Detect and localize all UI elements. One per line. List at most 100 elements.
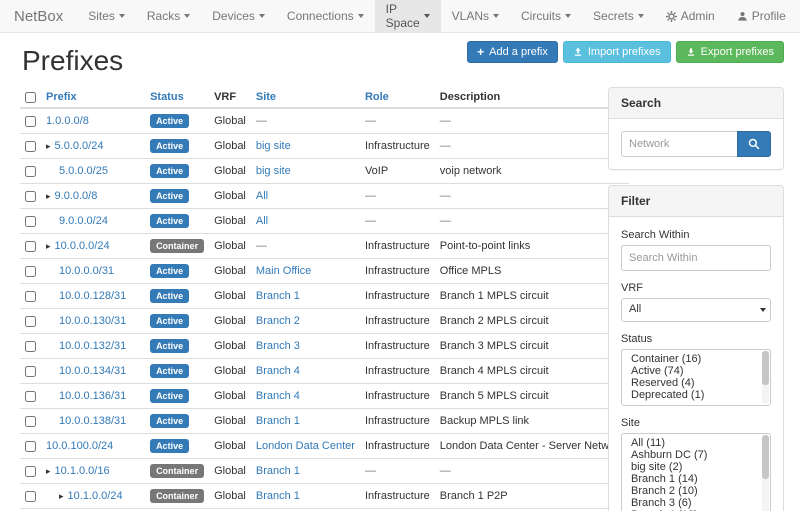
vrf-cell: Global [209,384,251,409]
export-prefixes-button[interactable]: Export prefixes [676,41,784,63]
filter-option[interactable]: All (11) [622,437,770,449]
row-checkbox[interactable] [25,391,36,402]
prefix-link[interactable]: 10.0.0.138/31 [59,415,126,427]
site-link[interactable]: Branch 1 [256,290,300,302]
expand-icon[interactable]: ▸ [46,241,51,251]
nav-item-devices[interactable]: Devices [201,0,276,32]
nav-item-ip-space[interactable]: IP Space [375,0,441,32]
nav-item-secrets[interactable]: Secrets [582,0,655,32]
row-checkbox[interactable] [25,341,36,352]
expand-icon[interactable]: ▸ [46,141,51,151]
row-checkbox[interactable] [25,416,36,427]
expand-icon[interactable]: ▸ [59,491,64,501]
row-checkbox[interactable] [25,116,36,127]
prefix-link[interactable]: 1.0.0.0/8 [46,115,89,127]
row-checkbox[interactable] [25,241,36,252]
scrollbar[interactable] [762,435,769,511]
add-prefix-button[interactable]: + Add a prefix [467,41,558,63]
filter-option[interactable]: Container (16) [622,353,770,365]
filter-option[interactable]: Reserved (4) [622,377,770,389]
nav-item-admin[interactable]: Admin [655,0,726,32]
site-link[interactable]: Branch 3 [256,340,300,352]
site-listbox[interactable]: All (11)Ashburn DC (7)big site (2)Branch… [621,433,771,511]
row-checkbox[interactable] [25,466,36,477]
nav-item-profile[interactable]: Profile [726,0,797,32]
expand-icon[interactable]: ▸ [46,466,51,476]
prefix-link[interactable]: 10.0.0.0/31 [59,265,114,277]
app-brand[interactable]: NetBox [14,0,77,32]
prefix-link[interactable]: 9.0.0.0/24 [59,215,108,227]
site-link[interactable]: Branch 1 [256,465,300,477]
prefix-link[interactable]: 10.0.100.0/24 [46,440,113,452]
row-checkbox[interactable] [25,141,36,152]
search-within-input[interactable] [621,245,771,271]
vrf-select[interactable]: All [621,298,771,322]
row-checkbox[interactable] [25,366,36,377]
row-checkbox[interactable] [25,291,36,302]
prefix-link[interactable]: 5.0.0.0/25 [59,165,108,177]
filter-option[interactable]: Branch 1 (14) [622,473,770,485]
column-header-site[interactable]: Site [256,91,276,103]
expand-icon[interactable]: ▸ [46,191,51,201]
prefix-link[interactable]: 5.0.0.0/24 [55,140,104,152]
nav-item-circuits[interactable]: Circuits [510,0,582,32]
empty-value: — [256,240,267,252]
site-link[interactable]: All [256,190,268,202]
table-row: 10.0.100.0/24ActiveGlobalLondon Data Cen… [20,434,629,459]
table-row: 10.0.0.138/31ActiveGlobalBranch 1Infrast… [20,409,629,434]
filter-option[interactable]: Branch 3 (6) [622,497,770,509]
import-prefixes-button[interactable]: Import prefixes [563,41,671,63]
prefix-link[interactable]: 10.0.0.132/31 [59,340,126,352]
prefix-link[interactable]: 10.1.0.0/16 [55,465,110,477]
site-link[interactable]: Branch 4 [256,390,300,402]
row-checkbox[interactable] [25,491,36,502]
row-checkbox[interactable] [25,441,36,452]
site-link[interactable]: Branch 1 [256,415,300,427]
search-button[interactable] [737,131,771,157]
row-checkbox[interactable] [25,216,36,227]
chevron-down-icon [493,14,499,18]
column-header-prefix[interactable]: Prefix [46,91,77,103]
site-link[interactable]: big site [256,140,291,152]
filter-panel-title: Filter [609,186,783,217]
row-checkbox[interactable] [25,266,36,277]
column-header-status[interactable]: Status [150,91,184,103]
nav-item-sites[interactable]: Sites [77,0,136,32]
site-link[interactable]: All [256,215,268,227]
prefix-link[interactable]: 10.0.0.130/31 [59,315,126,327]
filter-option[interactable]: Branch 2 (10) [622,485,770,497]
site-link[interactable]: London Data Center [256,440,355,452]
site-link[interactable]: Branch 4 [256,365,300,377]
prefix-link[interactable]: 10.1.0.0/24 [68,490,123,502]
filter-option[interactable]: Active (74) [622,365,770,377]
scrollbar[interactable] [762,351,769,404]
filter-option[interactable]: Deprecated (1) [622,389,770,401]
filter-option[interactable]: Ashburn DC (7) [622,449,770,461]
nav-item-vlans[interactable]: VLANs [441,0,510,32]
nav-item-connections[interactable]: Connections [276,0,375,32]
prefix-link[interactable]: 10.0.0.128/31 [59,290,126,302]
prefix-link[interactable]: 10.0.0.136/31 [59,390,126,402]
role-cell: Infrastructure [365,265,430,277]
status-badge: Active [150,364,189,378]
select-all-checkbox[interactable] [25,92,36,103]
vrf-cell: Global [209,209,251,234]
prefix-link[interactable]: 10.0.0.0/24 [55,240,110,252]
table-row: 1.0.0.0/8ActiveGlobal——— [20,108,629,134]
site-link[interactable]: big site [256,165,291,177]
search-input[interactable] [621,131,737,157]
filter-option[interactable]: big site (2) [622,461,770,473]
prefix-link[interactable]: 9.0.0.0/8 [55,190,98,202]
chevron-down-icon [259,14,265,18]
site-link[interactable]: Branch 2 [256,315,300,327]
status-listbox[interactable]: Container (16)Active (74)Reserved (4)Dep… [621,349,771,406]
nav-item-racks[interactable]: Racks [136,0,201,32]
site-link[interactable]: Main Office [256,265,311,277]
row-checkbox[interactable] [25,191,36,202]
row-checkbox[interactable] [25,316,36,327]
user-icon [737,11,748,22]
column-header-role[interactable]: Role [365,91,389,103]
row-checkbox[interactable] [25,166,36,177]
prefix-link[interactable]: 10.0.0.134/31 [59,365,126,377]
site-link[interactable]: Branch 1 [256,490,300,502]
